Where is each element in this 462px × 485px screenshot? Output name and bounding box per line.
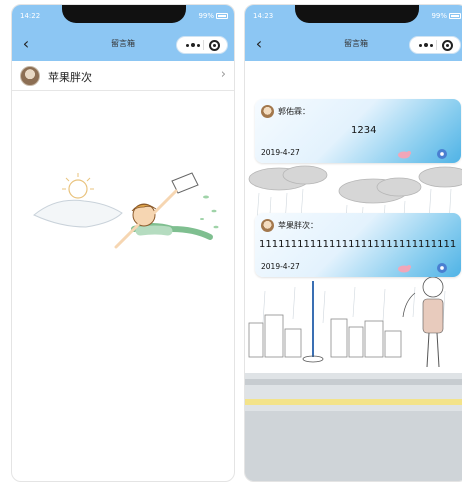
battery-indicator: 99%: [431, 12, 461, 20]
message-content: 1234: [351, 125, 377, 136]
capsule-divider: [203, 40, 204, 50]
phone-notch: [295, 5, 419, 23]
mini-program-capsule: [176, 36, 228, 54]
capsule-divider: [436, 40, 437, 50]
list-item-name: 苹果胖次: [48, 71, 92, 84]
status-time: 14:22: [20, 12, 41, 20]
message-author: 苹果胖次：: [278, 221, 318, 230]
phone-screen-message-list: 14:22 99% ‹ 留言箱 苹果胖次 ›: [11, 4, 235, 482]
status-time: 14:23: [253, 12, 274, 20]
nav-bar: ‹ 留言箱: [12, 27, 234, 61]
message-card[interactable]: 苹果胖次： 1111111111111111111111111111111111…: [255, 213, 461, 277]
more-menu-icon[interactable]: [419, 43, 433, 47]
user-avatar-icon: [261, 105, 274, 118]
battery-percent: 99%: [431, 12, 447, 20]
flying-boy-illustration: [33, 172, 219, 249]
list-item[interactable]: 苹果胖次 ›: [12, 61, 234, 91]
phone-notch: [62, 5, 186, 23]
user-avatar-icon: [20, 66, 40, 86]
phone-screen-message-board: 14:23 99% ‹ 留言箱 郭佑霖： 1234 2019-4-27 苹果胖次…: [244, 4, 462, 482]
battery-icon: [216, 13, 228, 19]
flower-decoration-icon: [437, 149, 447, 159]
battery-percent: 99%: [198, 12, 214, 20]
message-card[interactable]: 郭佑霖： 1234 2019-4-27: [255, 99, 461, 163]
user-avatar-icon: [261, 219, 274, 232]
message-date: 2019-4-27: [261, 148, 300, 157]
mini-program-capsule: [409, 36, 461, 54]
bird-decoration-icon: [398, 151, 411, 159]
battery-indicator: 99%: [198, 12, 228, 20]
close-circle-icon[interactable]: [209, 40, 220, 51]
status-bar: 14:22 99%: [12, 5, 234, 27]
battery-icon: [449, 13, 461, 19]
message-date: 2019-4-27: [261, 262, 300, 271]
message-content: 111111111111111111111111111111111111: [259, 239, 457, 250]
close-circle-icon[interactable]: [442, 40, 453, 51]
status-bar: 14:23 99%: [245, 5, 462, 27]
message-author: 郭佑霖：: [278, 107, 310, 116]
bird-decoration-icon: [398, 265, 411, 273]
nav-bar: ‹ 留言箱: [245, 27, 462, 61]
flower-decoration-icon: [437, 263, 447, 273]
more-menu-icon[interactable]: [186, 43, 200, 47]
chevron-right-icon: ›: [220, 67, 226, 82]
